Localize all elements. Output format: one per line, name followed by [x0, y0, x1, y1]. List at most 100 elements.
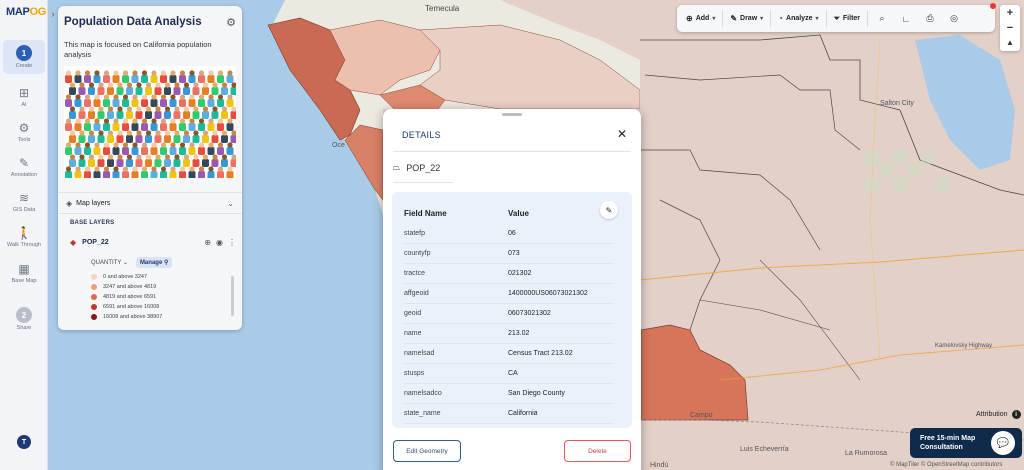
attribute-rows: statefp 06 countyfp 073 tractce 021302 affgeoi…	[404, 224, 614, 424]
attribute-field: namelsadco	[404, 390, 442, 397]
consultation-cta[interactable]: Free 15-min Map Consultation 💬	[910, 428, 1022, 458]
plus-circle-icon: ⊕	[686, 14, 693, 23]
attribute-row: tractce 021302	[404, 264, 614, 284]
search-icon[interactable]: ⌕	[870, 9, 894, 28]
filter-button[interactable]: ⏷ Filter	[829, 9, 866, 28]
legend: 0 and above 3247 3247 and above 4819 4819 …	[91, 272, 162, 322]
base-layers-heading: BASE LAYERS	[70, 220, 115, 226]
legend-swatch	[91, 294, 97, 300]
attribute-row: affgeoid 1400000US06073021302	[404, 284, 614, 304]
eye-icon[interactable]: ◉	[216, 238, 223, 247]
rail-annotation-label: Annotation	[10, 171, 38, 178]
rail-annotation-button[interactable]: ✎ Annotation	[3, 150, 45, 184]
chevron-down-icon: ▾	[712, 16, 716, 22]
attribute-row: geoid 06073021302	[404, 304, 614, 324]
print-icon[interactable]: ⎙	[918, 9, 942, 28]
rail-base-map-label: Base Map	[11, 277, 37, 284]
map-label-luis-echeverria: Luis Echeverría	[740, 446, 789, 453]
rail-tools-button[interactable]: ⚙ Tools	[3, 115, 45, 149]
close-icon[interactable]: ✕	[617, 127, 627, 141]
layers-icon: ◈	[66, 198, 73, 208]
attribute-field: countyfp	[404, 250, 431, 257]
chevron-right-icon[interactable]: ›	[48, 6, 58, 22]
attribute-table: ✎ Field Name Value statefp 06 countyfp 073 t…	[392, 192, 632, 428]
more-vertical-icon[interactable]: ⋮	[228, 238, 236, 247]
annotation-icon: ✎	[18, 155, 30, 170]
panel-description: This map is focused on California popula…	[64, 40, 212, 59]
attribute-value: 073	[508, 250, 520, 257]
map-label-la-rumorosa: La Rumorosa	[845, 450, 888, 457]
pencil-icon: ✎	[730, 14, 738, 23]
legend-item: 3247 and above 4819	[91, 282, 162, 292]
attribution-button[interactable]: Attribution i	[976, 410, 1021, 419]
map-label-hindu: Hindú	[650, 462, 669, 469]
zoom-in-button[interactable]: +	[1000, 5, 1020, 20]
divider	[393, 151, 631, 152]
attribute-value: CA	[508, 370, 518, 377]
gear-icon[interactable]: ⚙	[226, 16, 236, 29]
filter-icon: ⏷	[833, 13, 840, 23]
attribute-field: tractce	[404, 270, 426, 277]
step-one-badge: 1	[16, 45, 32, 61]
attribute-table-header: Field Name Value	[404, 209, 614, 223]
legend-item: 16008 and above 38907	[91, 312, 162, 322]
analyze-button[interactable]: ◔ Analyze ▾	[773, 9, 823, 28]
toolbar-divider	[770, 10, 772, 27]
attribute-value: San Diego County	[508, 390, 565, 397]
analyze-icon: ◔	[778, 14, 784, 23]
attribute-row: namelsad Census Tract 213.02	[404, 344, 614, 364]
panel-scrollbar[interactable]	[231, 276, 234, 316]
attribute-field: name	[404, 330, 422, 337]
attribute-field: state_name	[404, 410, 441, 417]
notification-dot	[990, 3, 996, 9]
map-label-oce: Oce	[332, 142, 345, 149]
legend-label: 16008 and above 38907	[103, 314, 163, 320]
map-layers-label: Map layers	[76, 199, 111, 207]
consultation-text: Free 15-min Map Consultation	[920, 434, 975, 452]
chevron-down-icon: ▾	[815, 16, 819, 22]
locate-icon[interactable]: ◎	[942, 9, 966, 28]
zoom-out-button[interactable]: −	[1000, 20, 1020, 35]
legend-label: 6591 and above 16008	[103, 304, 160, 310]
style-mode-select[interactable]: QUANTITY ⌄	[91, 259, 128, 266]
rail-walk-through-button[interactable]: 🚶 Walk Through	[3, 220, 45, 254]
divider	[393, 182, 453, 183]
rail-share-button[interactable]: 2 Share	[3, 302, 45, 336]
rail-gis-data-button[interactable]: ≋ GIS Data	[3, 185, 45, 219]
legend-item: 4819 and above 6591	[91, 292, 162, 302]
delete-button[interactable]: Delete	[564, 440, 631, 462]
attribute-row: stusps CA	[404, 364, 614, 384]
manage-button[interactable]: Manage ⚲	[135, 257, 173, 268]
value-header: Value	[508, 209, 529, 218]
compass-icon[interactable]: ▲	[1000, 35, 1020, 50]
rail-base-map-button[interactable]: ▦ Base Map	[3, 256, 45, 290]
map-credits: © MapTiler © OpenStreetMap contributors	[890, 462, 1003, 468]
map-label-campo: Campo	[690, 412, 713, 419]
add-button[interactable]: ⊕ Add ▾	[681, 9, 720, 28]
attribute-value: California	[508, 410, 538, 417]
legend-item: 6591 and above 16008	[91, 302, 162, 312]
rail-ai-button[interactable]: ⊞ AI	[3, 80, 45, 114]
mapog-logo[interactable]: MAPOG	[6, 6, 46, 18]
zoom-to-layer-icon[interactable]: ⊕	[204, 238, 211, 247]
attribute-row: countyfp 073	[404, 244, 614, 264]
legend-label: 0 and above 3247	[103, 274, 148, 280]
tools-icon: ⚙	[18, 120, 30, 135]
measure-icon[interactable]: ∟	[894, 9, 918, 28]
toolbar-divider	[867, 10, 869, 27]
rail-share-label: Share	[16, 325, 32, 331]
edit-geometry-button[interactable]: Edit Geometry	[393, 440, 461, 462]
legend-swatch	[91, 304, 97, 310]
attribute-field: statefp	[404, 230, 426, 237]
chat-icon[interactable]: 💬	[991, 431, 1015, 455]
drag-handle[interactable]	[502, 113, 522, 116]
style-row: QUANTITY ⌄ Manage ⚲	[91, 257, 173, 268]
user-avatar[interactable]: T	[17, 435, 31, 449]
rail-create-button[interactable]: 1 Create	[3, 40, 45, 74]
panel-title: Population Data Analysis	[64, 16, 202, 28]
feature-name: POP_22	[406, 162, 441, 173]
layer-item-pop22[interactable]: ◆ POP_22 ⊕ ◉ ⋮	[70, 235, 236, 249]
draw-button[interactable]: ✎ Draw ▾	[725, 9, 768, 28]
map-layers-toggle[interactable]: ◈ Map layers ⌄	[58, 192, 242, 214]
crowd-graphic	[65, 70, 236, 178]
